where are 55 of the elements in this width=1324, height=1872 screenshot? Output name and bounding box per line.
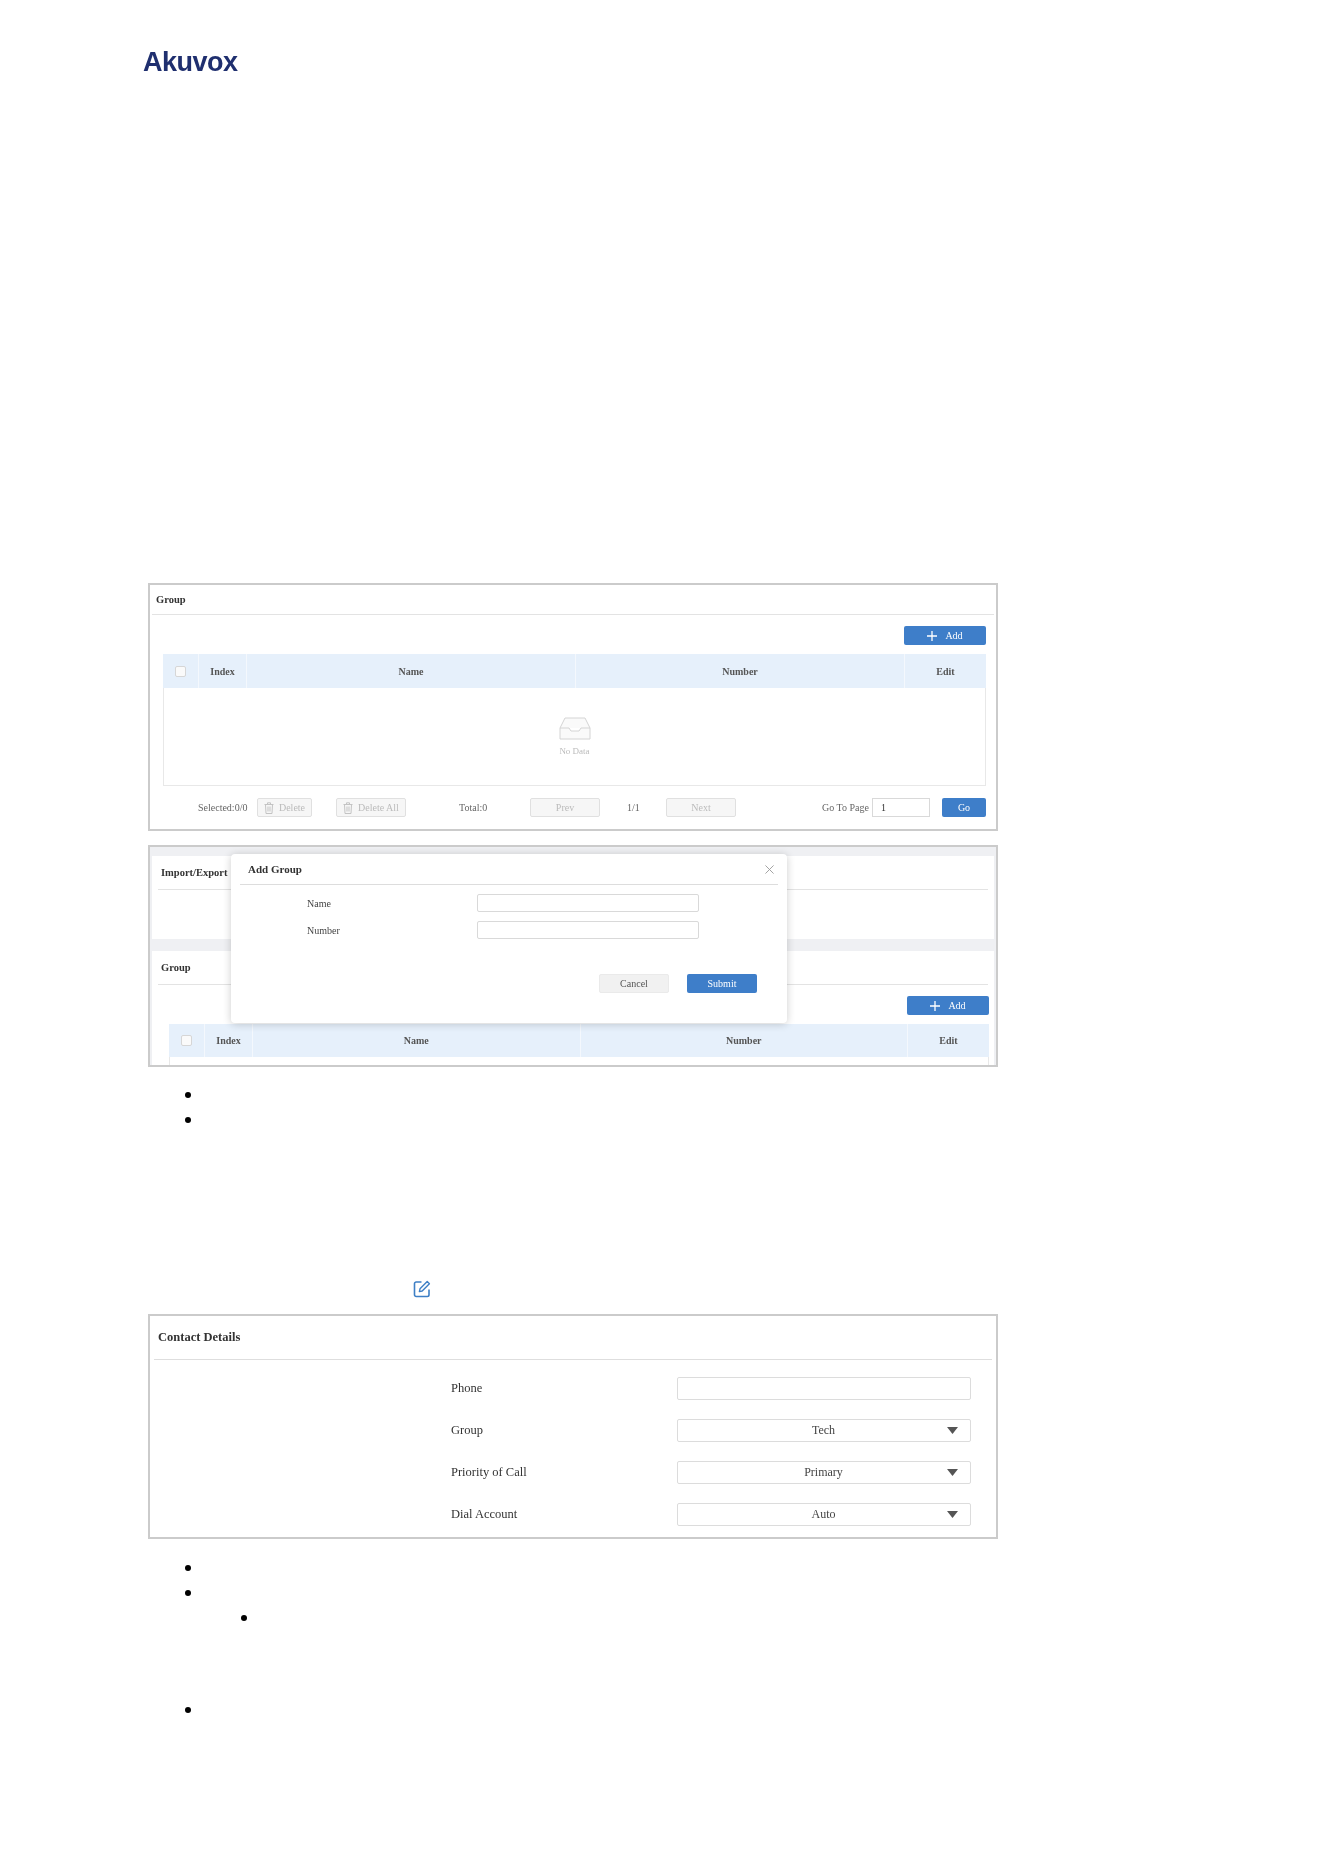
dropdown-select[interactable]: Auto <box>677 1503 971 1526</box>
section-title: Import/Export <box>161 867 228 878</box>
select-all-checkbox[interactable] <box>175 665 186 677</box>
column-header: Name <box>398 665 424 677</box>
field-label: Name <box>307 897 331 909</box>
column-header: Index <box>210 665 235 677</box>
bullet-icon <box>185 1116 191 1123</box>
bullet-icon <box>185 1589 191 1596</box>
field-label: Priority of Call <box>451 1465 527 1480</box>
empty-state-text: No Data <box>559 746 590 756</box>
plus-icon <box>930 1000 941 1011</box>
input-field[interactable] <box>477 894 699 912</box>
add-button[interactable]: Add <box>907 996 989 1015</box>
dropdown-select[interactable]: Tech <box>677 1419 971 1442</box>
trash-icon <box>343 801 354 814</box>
bullet-icon <box>185 1564 191 1571</box>
submit-button[interactable]: Submit <box>687 974 757 993</box>
page-indicator: 1/1 <box>627 802 640 813</box>
caret-icon <box>947 1469 958 1476</box>
field-label: Dial Account <box>451 1507 518 1522</box>
column-header: Index <box>216 1035 241 1046</box>
input-field[interactable] <box>477 921 699 939</box>
field-label: Number <box>307 924 340 936</box>
column-header: Edit <box>939 1035 958 1046</box>
column-header: Number <box>725 1035 762 1046</box>
column-header: Number <box>722 665 758 677</box>
bullet-icon <box>185 1706 191 1713</box>
panel-title: Group <box>156 594 186 605</box>
column-header: Edit <box>936 665 955 677</box>
close-icon[interactable] <box>765 864 774 874</box>
text-field[interactable] <box>677 1377 971 1400</box>
empty-tray-icon <box>558 716 591 740</box>
caret-icon <box>947 1511 958 1518</box>
go-button[interactable]: Go <box>942 798 986 817</box>
section-title: Group <box>161 962 191 973</box>
field-label: Group <box>451 1423 483 1438</box>
caret-icon <box>947 1427 958 1434</box>
selection-count: Selected:0/0 <box>198 802 248 813</box>
add-button[interactable]: Add <box>904 626 986 645</box>
logo: Akuvox <box>143 46 238 78</box>
edit-icon <box>413 1280 431 1298</box>
column-header: Name <box>403 1035 429 1046</box>
total-count: Total:0 <box>459 802 488 813</box>
dialog-title: Add Group <box>248 863 302 875</box>
panel-title: Contact Details <box>158 1330 241 1345</box>
go-to-page-label: Go To Page <box>822 802 869 813</box>
page-input[interactable]: 1 <box>872 798 930 817</box>
select-all-checkbox[interactable] <box>181 1035 192 1046</box>
cancel-button[interactable]: Cancel <box>599 974 669 993</box>
bullet-icon <box>241 1614 247 1621</box>
plus-icon <box>927 630 938 641</box>
field-label: Phone <box>451 1381 483 1396</box>
bullet-icon <box>185 1091 191 1098</box>
dropdown-select[interactable]: Primary <box>677 1461 971 1484</box>
trash-icon <box>263 801 274 814</box>
